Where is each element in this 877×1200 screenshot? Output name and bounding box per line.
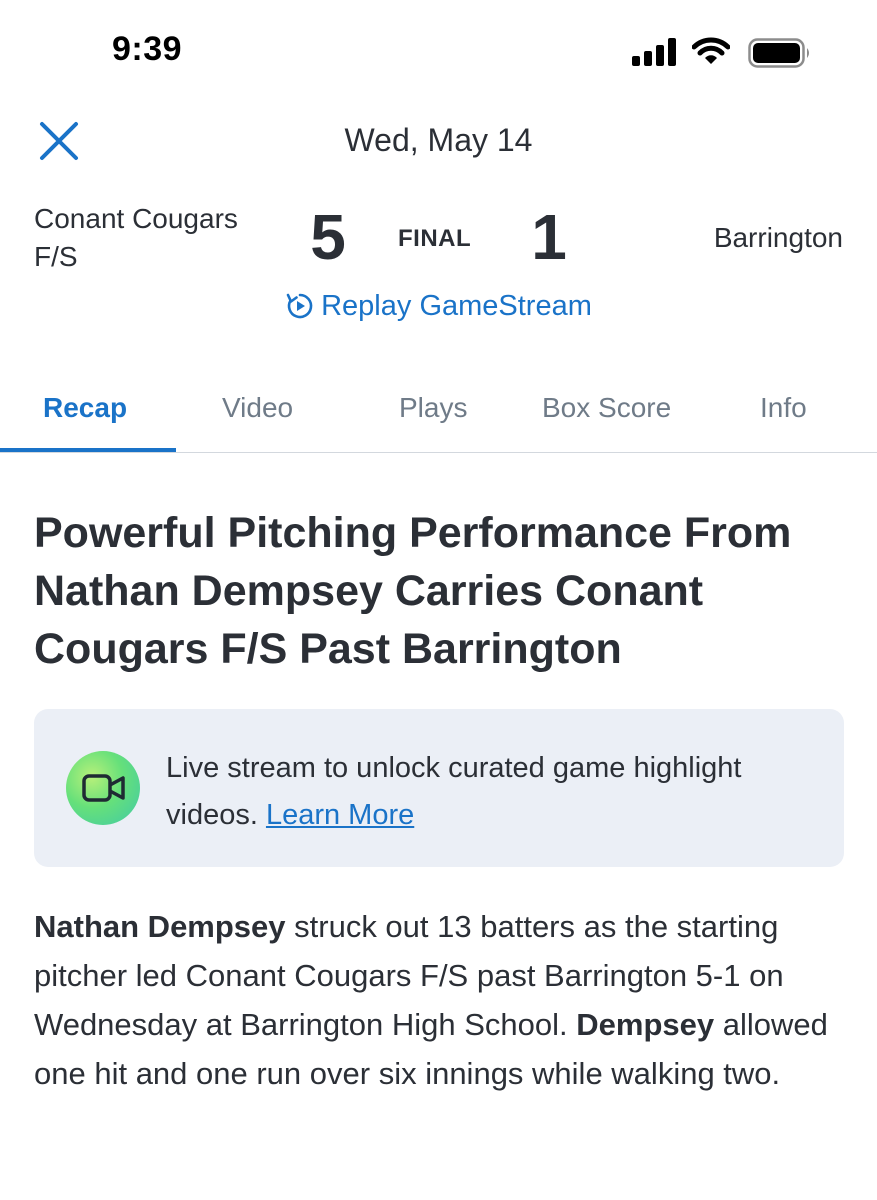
player-name: Dempsey [576,1007,715,1042]
tab-box-score[interactable]: Box Score [542,392,671,424]
status-time: 9:39 [112,30,183,68]
recap-headline: Powerful Pitching Performance From Natha… [34,509,792,673]
tab-info[interactable]: Info [760,392,807,424]
replay-gamestream-button[interactable]: Replay GameStream [0,290,877,323]
promo-message: Live stream to unlock curated game highl… [166,752,742,831]
player-name: Nathan Dempsey [34,909,286,944]
replay-icon [286,293,313,319]
away-team-name: Barrington [713,222,843,253]
battery-icon [748,38,809,68]
recap-paragraph: Nathan Dempsey struck out 13 batters as … [34,902,849,1098]
signal-icon [632,38,676,66]
tab-bar: Recap Video Plays Box Score Info [0,376,877,453]
video-camera-icon [66,751,140,825]
tab-recap[interactable]: Recap [43,392,127,424]
home-score: 5 [310,201,346,273]
tab-plays[interactable]: Plays [399,392,467,424]
replay-label: Replay GameStream [321,290,592,322]
learn-more-link[interactable]: Learn More [266,799,414,831]
livestream-promo-card: Live stream to unlock curated game highl… [34,709,844,867]
away-score: 1 [531,201,567,273]
active-tab-indicator [0,448,176,452]
tab-video[interactable]: Video [222,392,293,424]
home-team-name: Conant Cougars F/S [34,203,238,272]
promo-text: Live stream to unlock curated game highl… [166,745,826,839]
game-date: Wed, May 14 [344,122,533,158]
game-status: FINAL [398,225,472,252]
wifi-icon [692,37,730,64]
